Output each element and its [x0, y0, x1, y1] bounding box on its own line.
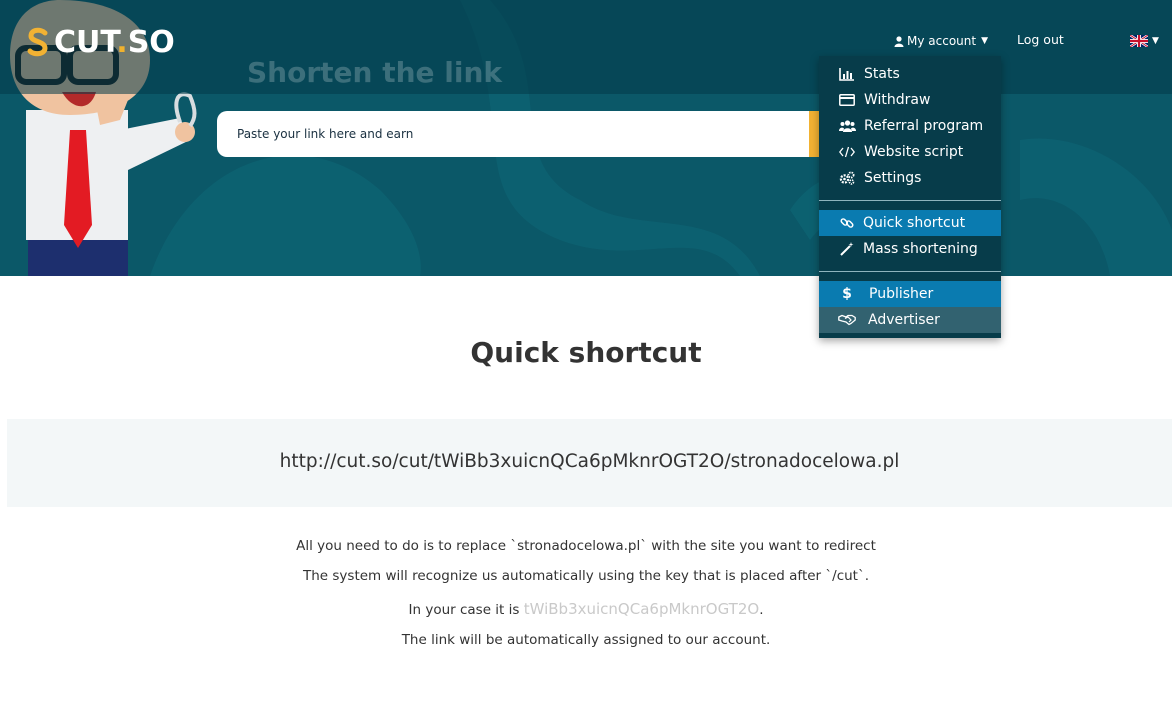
logo-text: CUT.SO: [54, 24, 175, 60]
caret-down-icon: ▼: [1152, 36, 1159, 46]
menu-item-website-script[interactable]: Website script: [819, 139, 1001, 165]
user-icon: [894, 35, 904, 47]
instruction-key-line: In your case it is tWiBb3xuicnQCa6pMknrO…: [0, 600, 1172, 618]
dollar-icon: $: [842, 286, 852, 302]
handshake-icon: [838, 311, 856, 329]
instruction-line-3: The link will be automatically assigned …: [401, 632, 771, 648]
uk-flag-icon: [1130, 35, 1148, 47]
code-icon: [838, 143, 856, 161]
my-account-dropdown-toggle[interactable]: My account ▼: [894, 32, 988, 50]
instruction-line-1: All you need to do is to replace `strona…: [296, 538, 876, 554]
menu-divider: [819, 200, 1001, 201]
menu-item-settings[interactable]: Settings: [819, 165, 1001, 191]
gears-icon: [838, 169, 856, 187]
hero-title: Shorten the link: [247, 56, 503, 89]
menu-item-withdraw[interactable]: Withdraw: [819, 87, 1001, 113]
menu-item-advertiser[interactable]: Advertiser: [819, 307, 1001, 333]
caret-down-icon: ▼: [981, 36, 988, 46]
link-input[interactable]: [217, 111, 809, 157]
shortcut-url[interactable]: http://cut.so/cut/tWiBb3xuicnQCa6pMknrOG…: [7, 451, 1172, 472]
key-prefix: In your case it is: [408, 602, 524, 618]
menu-item-stats[interactable]: Stats: [819, 61, 1001, 87]
magic-wand-icon: [838, 240, 856, 258]
page-title: Quick shortcut: [470, 336, 702, 369]
instruction-line-2: The system will recognize us automatical…: [302, 568, 870, 584]
account-dropdown-menu: Stats Withdraw Referral program Website …: [819, 56, 1001, 338]
logo[interactable]: CUT.SO: [26, 24, 175, 60]
logo-dollar-icon: [27, 27, 48, 57]
menu-item-quick-shortcut[interactable]: Quick shortcut: [819, 210, 1001, 236]
shortcut-url-panel: http://cut.so/cut/tWiBb3xuicnQCa6pMknrOG…: [7, 419, 1172, 507]
credit-card-icon: [838, 91, 856, 109]
stats-icon: [838, 65, 856, 83]
menu-divider: [819, 271, 1001, 272]
link-icon: [838, 214, 856, 232]
my-account-label: My account: [907, 34, 977, 48]
logout-link[interactable]: Log out: [1017, 32, 1064, 47]
users-icon: [838, 117, 856, 135]
language-selector[interactable]: ▼: [1130, 35, 1159, 47]
menu-item-referral-program[interactable]: Referral program: [819, 113, 1001, 139]
menu-item-publisher[interactable]: $ Publisher: [819, 281, 1001, 307]
page: CUT.SO My account ▼ Log out ▼ Shorten th…: [0, 0, 1172, 715]
key-suffix: .: [759, 602, 764, 618]
menu-item-mass-shortening[interactable]: Mass shortening: [819, 236, 1001, 262]
user-key: tWiBb3xuicnQCa6pMknrOGT2O: [523, 600, 760, 618]
